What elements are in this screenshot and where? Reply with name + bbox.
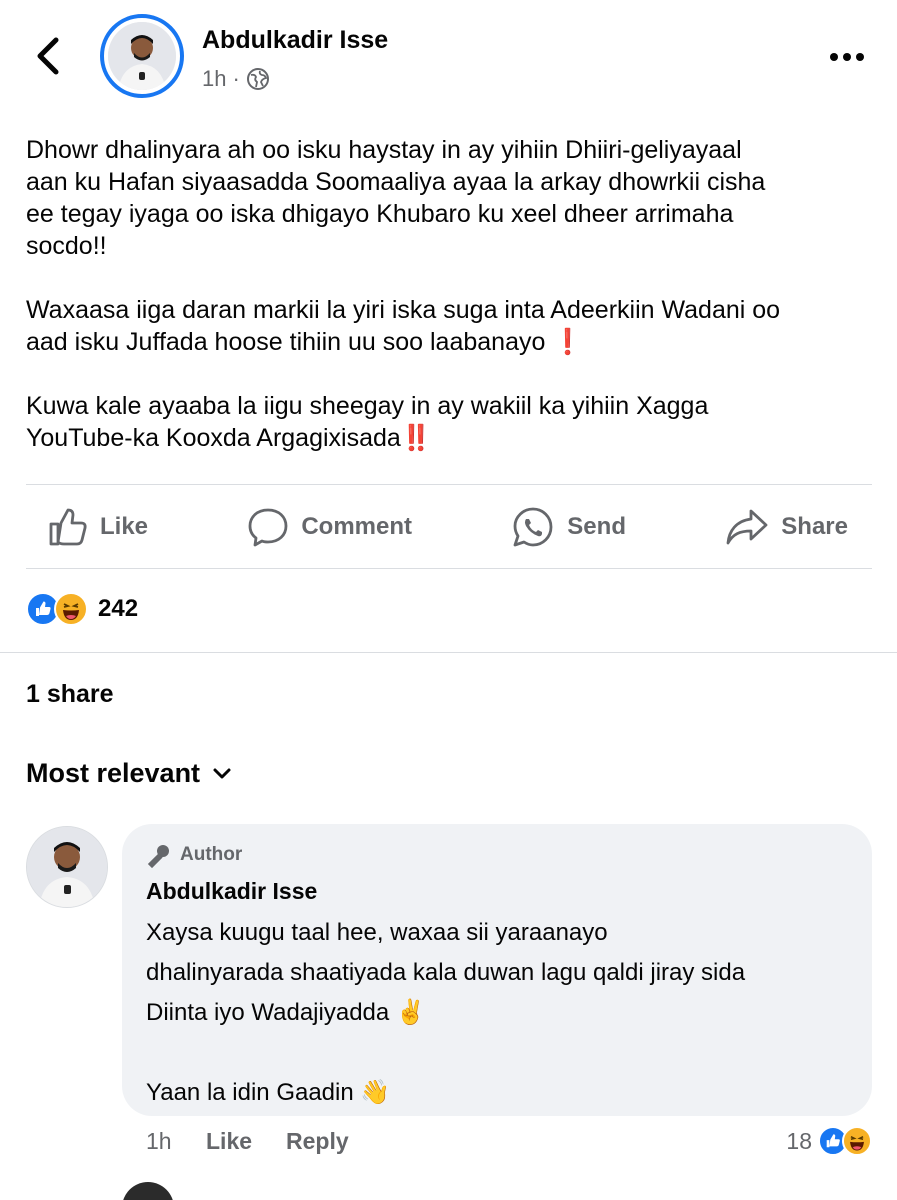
- whatsapp-icon: [513, 507, 553, 547]
- comment-label: Comment: [301, 513, 412, 540]
- post-paragraph: Dhowr dhalinyara ah oo isku haystay in a…: [26, 136, 766, 260]
- meta-separator: ·: [232, 66, 240, 91]
- next-commenter-avatar[interactable]: [122, 1182, 174, 1200]
- section-divider: [0, 652, 897, 653]
- post-body: Dhowr dhalinyara ah oo isku haystay in a…: [26, 134, 876, 486]
- author-badge: Author: [146, 842, 848, 868]
- share-button[interactable]: Share: [725, 507, 848, 547]
- post-time: 1h: [202, 66, 227, 91]
- more-horizontal-icon: [830, 53, 864, 61]
- send-label: Send: [567, 513, 626, 540]
- haha-reaction-icon: [54, 592, 88, 626]
- comment-button[interactable]: Comment: [247, 506, 412, 548]
- like-button[interactable]: Like: [46, 506, 148, 548]
- reaction-count: 242: [98, 595, 139, 622]
- chevron-left-icon: [37, 37, 59, 75]
- commenter-avatar[interactable]: [26, 826, 108, 908]
- back-button[interactable]: [30, 34, 70, 78]
- chevron-down-icon: [213, 768, 231, 778]
- comment-icon: [248, 508, 288, 547]
- avatar-photo: [27, 827, 107, 907]
- share-label: Share: [781, 513, 848, 540]
- double-exclamation-emoji: ‼️: [400, 424, 432, 452]
- comment-reactions[interactable]: 18: [786, 1126, 872, 1156]
- avatar-photo: [108, 22, 176, 90]
- post-paragraph: Kuwa kale ayaaba la iigu sheegay in ay w…: [26, 392, 709, 452]
- post-meta: 1h ·: [202, 66, 270, 92]
- divider: [26, 568, 872, 569]
- more-options-button[interactable]: [826, 42, 868, 72]
- post-detail-page: Abdulkadir Isse 1h · Dhowr dhalinyara ah…: [0, 0, 897, 1200]
- exclamation-emoji: ❗: [552, 328, 584, 356]
- author-badge-label: Author: [180, 844, 243, 865]
- comment-reply-button[interactable]: Reply: [286, 1128, 349, 1155]
- share-count[interactable]: 1 share: [26, 680, 114, 709]
- share-arrow-icon: [726, 509, 768, 545]
- author-name[interactable]: Abdulkadir Isse: [202, 26, 388, 55]
- comments-sort-dropdown[interactable]: Most relevant: [26, 758, 232, 789]
- author-avatar[interactable]: [100, 14, 184, 98]
- reactions-summary[interactable]: 242: [26, 592, 138, 626]
- globe-icon: [246, 68, 269, 90]
- commenter-name[interactable]: Abdulkadir Isse: [146, 878, 848, 905]
- post-paragraph: Waxaasa iiga daran markii la yiri iska s…: [26, 296, 781, 356]
- haha-reaction-icon: [842, 1126, 872, 1156]
- like-label: Like: [100, 513, 149, 540]
- send-button[interactable]: Send: [511, 505, 626, 549]
- microphone-icon: [147, 845, 169, 868]
- comment-bubble[interactable]: Author Abdulkadir Isse Xaysa kuugu taal …: [122, 824, 872, 1116]
- comment-like-button[interactable]: Like: [206, 1128, 252, 1155]
- divider: [26, 484, 872, 485]
- comment-reaction-count: 18: [786, 1127, 812, 1154]
- post-action-bar: Like Comment Send Share: [26, 486, 872, 568]
- sort-label: Most relevant: [26, 758, 201, 788]
- thumbs-up-icon: [49, 508, 87, 546]
- comment-actions: 1h Like Reply 18: [146, 1126, 872, 1156]
- comment-text: Xaysa kuugu taal hee, waxaa sii yaraanay…: [146, 919, 746, 1106]
- comment-time: 1h: [146, 1127, 172, 1154]
